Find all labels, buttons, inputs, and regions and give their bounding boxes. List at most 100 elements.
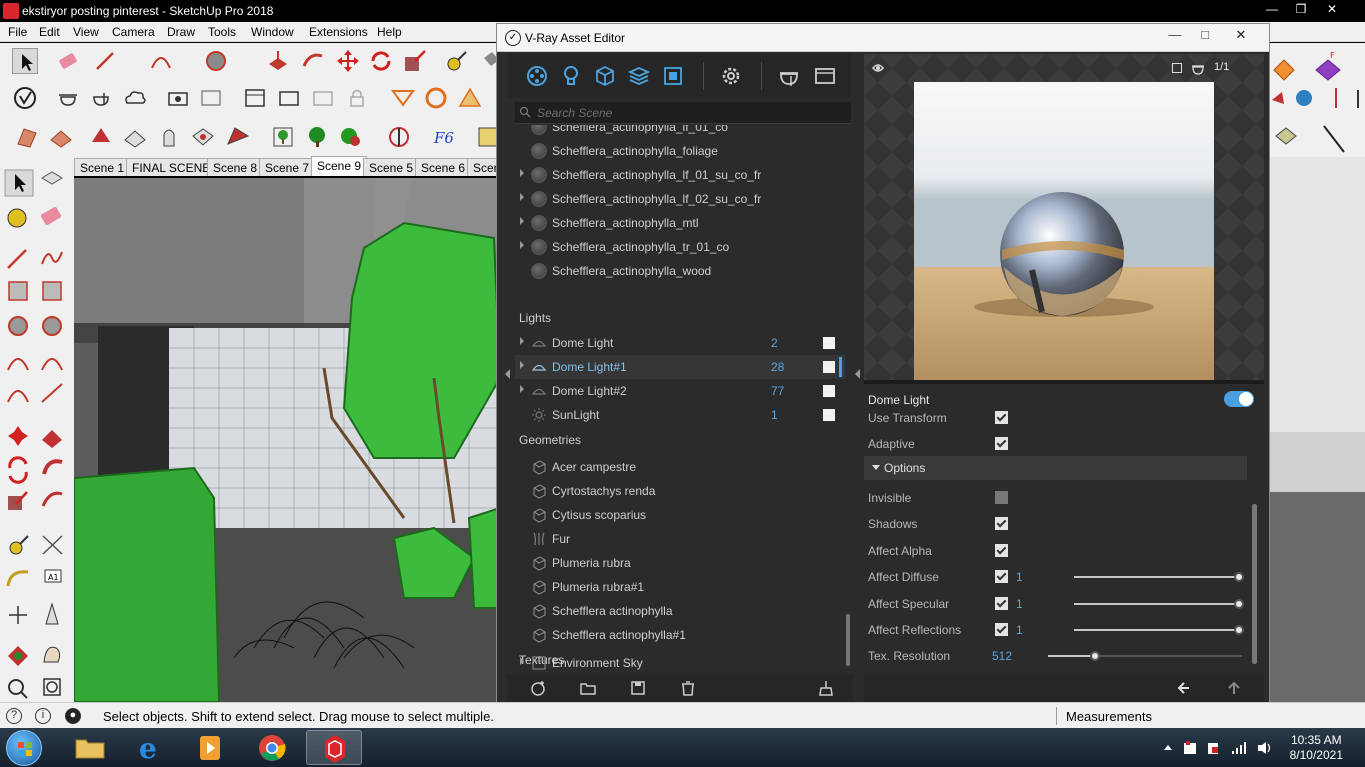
light-item-dome[interactable]: Dome Light 2 xyxy=(515,331,845,355)
menu-help[interactable]: Help xyxy=(377,25,402,39)
list-item[interactable]: Schefflera_actinophylla_tr_01_co xyxy=(515,235,845,259)
interactive-render-icon[interactable] xyxy=(88,85,114,111)
right-strip-icons[interactable]: F xyxy=(1270,52,1365,702)
lock-icon[interactable] xyxy=(344,85,370,111)
affect-specular-slider-handle[interactable] xyxy=(1234,599,1244,609)
render-elements-icon[interactable] xyxy=(627,64,651,88)
fredo-icon[interactable]: F6 xyxy=(432,124,458,150)
expand-arrow-icon[interactable] xyxy=(520,657,524,665)
tree-icon[interactable] xyxy=(304,124,330,150)
list-item[interactable]: Schefflera_actinophylla_lf_02_su_co_fr xyxy=(515,187,845,211)
open-folder-icon[interactable] xyxy=(579,679,597,697)
target-icon[interactable] xyxy=(386,124,412,150)
system-tray-icons[interactable] xyxy=(1162,740,1282,756)
geometry-item[interactable]: Cyrtostachys renda xyxy=(515,479,845,503)
list-item[interactable]: Schefflera_actinophylla_mtl xyxy=(515,211,845,235)
scene-tab-8[interactable]: Scene 8 xyxy=(207,158,264,176)
geometry-item[interactable]: Fur xyxy=(515,527,845,551)
geometry-item[interactable]: Acer campestre xyxy=(515,455,845,479)
light-enable-checkbox[interactable] xyxy=(823,361,835,373)
lock-camera-icon[interactable] xyxy=(276,85,302,111)
use-transform-checkbox[interactable] xyxy=(995,411,1008,424)
menu-draw[interactable]: Draw xyxy=(167,25,195,39)
list-item[interactable]: Schefflera_actinophylla_foliage xyxy=(515,139,845,163)
add-asset-icon[interactable] xyxy=(529,679,547,697)
light-item-sunlight[interactable]: SunLight 1 xyxy=(515,403,845,427)
light-enable-checkbox[interactable] xyxy=(823,409,835,421)
tex-resolution-slider-handle[interactable] xyxy=(1090,651,1100,661)
scene-tab-6[interactable]: Scene 6 xyxy=(415,158,472,176)
affect-diffuse-value[interactable]: 1 xyxy=(1016,570,1023,584)
menu-tools[interactable]: Tools xyxy=(208,25,236,39)
affect-alpha-checkbox[interactable] xyxy=(995,544,1008,557)
close-button[interactable]: ✕ xyxy=(1318,0,1346,20)
affect-specular-slider[interactable] xyxy=(1074,603,1242,605)
geometry-item[interactable]: Cytisus scoparius xyxy=(515,503,845,527)
expand-arrow-icon[interactable] xyxy=(520,337,524,345)
geometry-item[interactable]: Plumeria rubra#1 xyxy=(515,575,845,599)
user-account-icon[interactable]: ● xyxy=(65,708,81,724)
scatter-icon[interactable] xyxy=(190,124,216,150)
dome-light-enable-toggle[interactable] xyxy=(1224,391,1254,407)
expand-arrow-icon[interactable] xyxy=(520,217,524,225)
delete-trash-icon[interactable] xyxy=(679,679,697,697)
affect-reflections-slider[interactable] xyxy=(1074,629,1242,631)
shapes-tool-icon[interactable] xyxy=(203,48,229,74)
minimize-button[interactable]: — xyxy=(1258,0,1286,20)
rotate-tool-icon[interactable] xyxy=(368,48,394,74)
push-pull-icon[interactable] xyxy=(265,48,291,74)
tape-measure-icon[interactable] xyxy=(444,48,470,74)
start-button[interactable] xyxy=(6,730,42,766)
arc-tool-icon[interactable] xyxy=(148,48,174,74)
adaptive-checkbox[interactable] xyxy=(995,437,1008,450)
decal-icon[interactable] xyxy=(225,124,251,150)
scene-tab-1[interactable]: Scene 1 xyxy=(74,158,131,176)
vray-logo-icon[interactable] xyxy=(12,85,38,111)
scene-tab-9[interactable]: Scene 9 xyxy=(311,156,368,176)
affect-diffuse-checkbox[interactable] xyxy=(995,570,1008,583)
menu-view[interactable]: View xyxy=(73,25,99,39)
taskbar-sketchup[interactable] xyxy=(306,730,362,765)
light-item-dome-2[interactable]: Dome Light#2 77 xyxy=(515,379,845,403)
vray-maximize-button[interactable]: □ xyxy=(1191,25,1219,45)
geometry-item[interactable]: Plumeria rubra xyxy=(515,551,845,575)
expand-arrow-icon[interactable] xyxy=(520,241,524,249)
affect-reflections-value[interactable]: 1 xyxy=(1016,623,1023,637)
menu-camera[interactable]: Camera xyxy=(112,25,155,39)
move-tool-icon[interactable] xyxy=(335,48,361,74)
taskbar-chrome[interactable] xyxy=(244,730,300,765)
expand-arrow-icon[interactable] xyxy=(520,169,524,177)
list-item[interactable]: Schefflera_actinophylla_lf_01_co xyxy=(515,125,845,139)
affect-specular-value[interactable]: 1 xyxy=(1016,597,1023,611)
list-scrollbar[interactable] xyxy=(846,614,850,666)
tex-resolution-value[interactable]: 512 xyxy=(992,649,1012,663)
shadows-checkbox[interactable] xyxy=(995,517,1008,530)
menu-window[interactable]: Window xyxy=(251,25,294,39)
taskbar-explorer[interactable] xyxy=(62,730,118,765)
menu-edit[interactable]: Edit xyxy=(39,25,60,39)
affect-reflections-checkbox[interactable] xyxy=(995,623,1008,636)
vray-close-button[interactable]: ✕ xyxy=(1227,25,1255,45)
infinite-plane-icon[interactable] xyxy=(48,124,74,150)
list-item[interactable]: Schefflera_actinophylla_lf_01_su_co_fr xyxy=(515,163,845,187)
affect-diffuse-slider[interactable] xyxy=(1074,576,1242,578)
expand-arrow-icon[interactable] xyxy=(520,193,524,201)
geometry-item[interactable]: Schefflera actinophylla#1 xyxy=(515,623,845,647)
settings-gear-icon[interactable] xyxy=(719,64,743,88)
lights-icon[interactable] xyxy=(559,64,583,88)
textures-icon[interactable] xyxy=(661,64,685,88)
rect-light-icon[interactable] xyxy=(457,85,483,111)
render-teapot-icon[interactable] xyxy=(777,64,801,88)
expand-arrow-icon[interactable] xyxy=(520,385,524,393)
omni-light-icon[interactable] xyxy=(423,85,449,111)
fur-icon[interactable] xyxy=(122,124,148,150)
scene-tab-5[interactable]: Scene 5 xyxy=(363,158,420,176)
scene-tab-7[interactable]: Scene 7 xyxy=(259,158,316,176)
taskbar-internet-explorer[interactable]: e xyxy=(122,730,178,765)
affect-diffuse-slider-handle[interactable] xyxy=(1234,572,1244,582)
affect-reflections-slider-handle[interactable] xyxy=(1234,625,1244,635)
purge-broom-icon[interactable] xyxy=(817,679,835,697)
cloud-render-icon[interactable] xyxy=(122,85,148,111)
geo-location-icon[interactable]: ? xyxy=(6,708,22,724)
preview-ratio[interactable]: 1/1 xyxy=(1214,61,1229,73)
